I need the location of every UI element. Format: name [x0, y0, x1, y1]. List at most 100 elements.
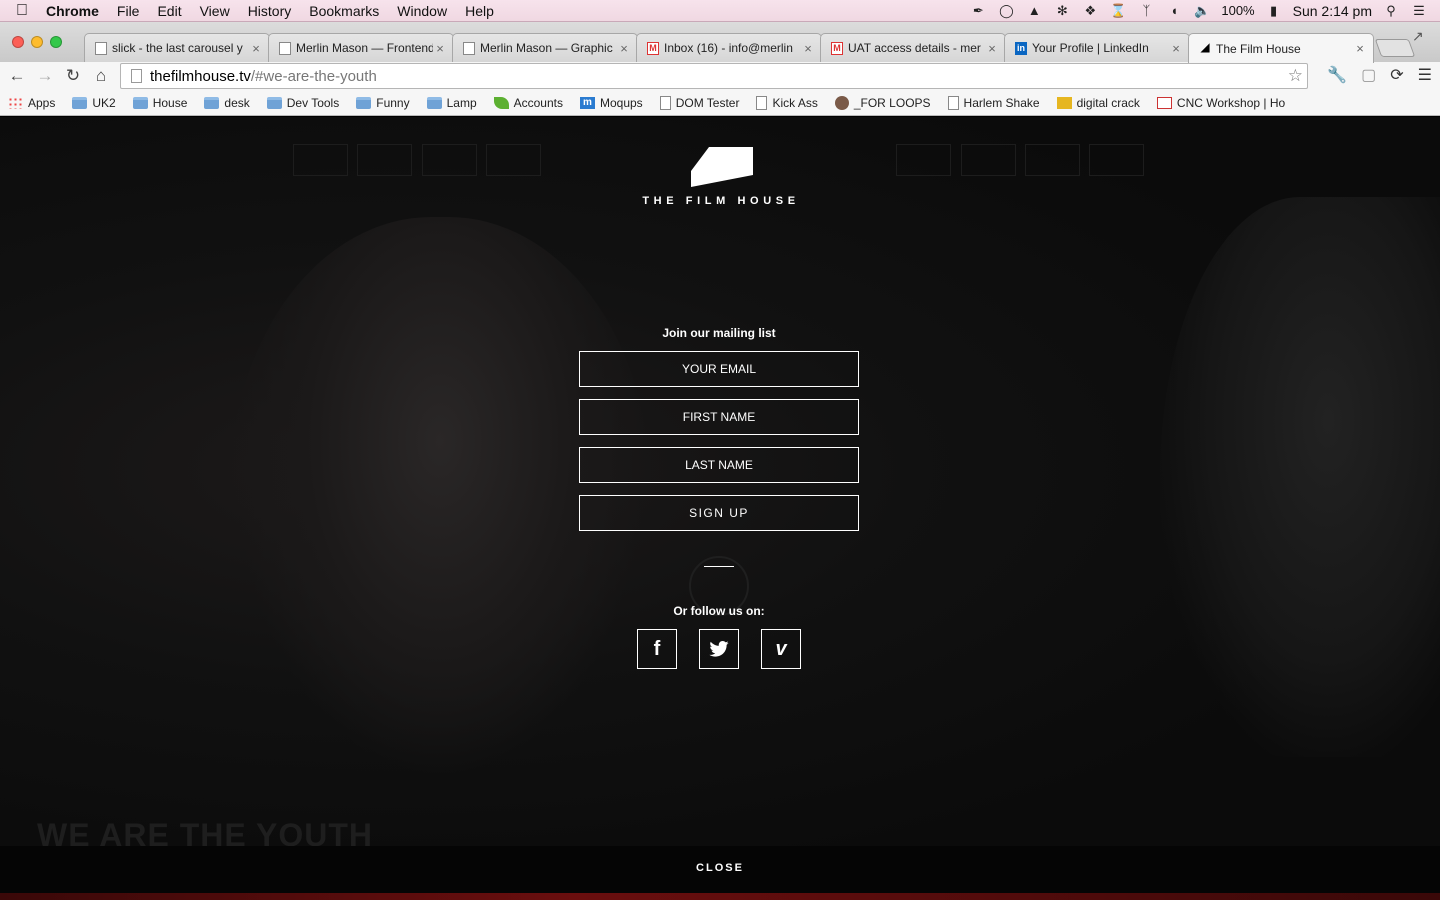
- bookmark-funny[interactable]: Funny: [356, 96, 410, 110]
- hourglass-icon[interactable]: ⌛: [1109, 3, 1127, 18]
- logo-text: THE FILM HOUSE: [642, 195, 800, 207]
- menu-app-name[interactable]: Chrome: [44, 3, 108, 19]
- bookmark-digital-crack[interactable]: digital crack: [1056, 96, 1140, 110]
- home-icon[interactable]: ⌂: [87, 66, 115, 86]
- menu-history[interactable]: History: [239, 3, 301, 19]
- browser-toolbar: ← → ↻ ⌂ thefilmhouse.tv /#we-are-the-you…: [0, 62, 1440, 90]
- clock[interactable]: Sun 2:14 pm: [1293, 3, 1372, 19]
- background-nav-item: [357, 144, 412, 176]
- folder-icon: [426, 96, 442, 109]
- bookmark-uk2[interactable]: UK2: [72, 96, 116, 110]
- linkedin-extension-icon[interactable]: ▢: [1361, 65, 1376, 85]
- facebook-button[interactable]: f: [637, 629, 677, 669]
- volume-icon[interactable]: 🔈: [1193, 3, 1211, 18]
- menu-view[interactable]: View: [191, 3, 239, 19]
- vimeo-button[interactable]: v: [761, 629, 801, 669]
- sync-extension-icon[interactable]: ⟳: [1390, 65, 1403, 85]
- address-bar[interactable]: thefilmhouse.tv /#we-are-the-youth ☆: [120, 63, 1308, 89]
- menu-help[interactable]: Help: [456, 3, 503, 19]
- sign-up-button[interactable]: SIGN UP: [579, 495, 859, 531]
- close-button[interactable]: CLOSE: [670, 862, 770, 874]
- bookmark-harlem-shake[interactable]: Harlem Shake: [947, 95, 1040, 110]
- bookmark-for-loops[interactable]: _FOR LOOPS: [834, 95, 931, 110]
- new-tab-button[interactable]: [1374, 39, 1416, 57]
- bookmark-cnc-workshop[interactable]: CNC Workshop | Ho: [1156, 96, 1285, 110]
- 2048-game-icon: [1056, 96, 1072, 109]
- tab-close-icon[interactable]: ×: [1353, 41, 1367, 56]
- dropbox-icon[interactable]: ❖: [1081, 3, 1099, 18]
- tab-the-film-house[interactable]: ◢ The Film House ×: [1188, 33, 1374, 63]
- folder-icon: [132, 96, 148, 109]
- bookmark-label: DOM Tester: [675, 95, 740, 110]
- bookmark-house[interactable]: House: [132, 96, 187, 110]
- back-icon[interactable]: ←: [3, 66, 31, 86]
- wrench-icon[interactable]: 🔧: [1327, 65, 1347, 85]
- zoom-window-button[interactable]: [50, 36, 62, 48]
- twitter-button[interactable]: [699, 629, 739, 669]
- tab-close-icon[interactable]: ×: [1169, 41, 1183, 56]
- gmail-icon: M: [831, 41, 843, 55]
- tab-inbox[interactable]: M Inbox (16) - info@merlin ×: [636, 33, 822, 62]
- bookmark-accounts[interactable]: Accounts: [493, 96, 563, 110]
- page-icon: [95, 41, 107, 55]
- vimeo-icon: v: [775, 637, 787, 660]
- bookmark-apps[interactable]: Apps: [8, 96, 55, 110]
- page-icon: [279, 41, 291, 55]
- paw-icon[interactable]: ✻: [1053, 3, 1071, 18]
- bookmark-label: Apps: [28, 95, 56, 110]
- menu-file[interactable]: File: [108, 3, 149, 19]
- bookmark-lamp[interactable]: Lamp: [426, 96, 477, 110]
- bookmark-desk[interactable]: desk: [204, 95, 250, 110]
- bluetooth-icon[interactable]: ᛉ: [1137, 3, 1155, 18]
- minimize-window-button[interactable]: [31, 36, 43, 48]
- bookmark-label: _FOR LOOPS: [853, 95, 931, 110]
- tab-slick[interactable]: slick - the last carousel y ×: [84, 33, 270, 62]
- bookmark-star-icon[interactable]: ☆: [1288, 66, 1303, 86]
- fullscreen-icon[interactable]: ↗: [1412, 28, 1424, 45]
- battery-icon[interactable]: ▮: [1265, 3, 1283, 18]
- creative-cloud-icon[interactable]: ◯: [997, 3, 1015, 18]
- last-name-field[interactable]: [579, 447, 859, 483]
- page-icon: [947, 95, 959, 110]
- tab-uat-access[interactable]: M UAT access details - mer ×: [820, 33, 1006, 62]
- film-house-logo[interactable]: THE FILM HOUSE: [638, 145, 804, 207]
- menu-bookmarks[interactable]: Bookmarks: [300, 3, 388, 19]
- apple-menu-icon[interactable]: : [0, 2, 44, 20]
- email-field[interactable]: [579, 351, 859, 387]
- tab-close-icon[interactable]: ×: [985, 41, 999, 56]
- tab-merlin-graphic[interactable]: Merlin Mason — Graphic ×: [452, 33, 638, 62]
- pen-tool-icon[interactable]: ✒: [969, 3, 987, 18]
- tab-close-icon[interactable]: ×: [617, 41, 631, 56]
- filmhouse-icon: ◢: [1200, 40, 1210, 54]
- hat-icon[interactable]: ▲: [1025, 3, 1043, 18]
- wifi-icon[interactable]: ◖: [1165, 3, 1183, 18]
- folder-icon: [356, 96, 372, 109]
- chrome-menu-icon[interactable]: ☰: [1418, 65, 1432, 85]
- tab-title: slick - the last carousel y: [112, 41, 243, 55]
- tab-close-icon[interactable]: ×: [801, 41, 815, 56]
- tab-close-icon[interactable]: ×: [249, 41, 263, 56]
- tab-linkedin[interactable]: in Your Profile | LinkedIn ×: [1004, 33, 1190, 62]
- bookmark-label: Harlem Shake: [963, 95, 1040, 110]
- first-name-field[interactable]: [579, 399, 859, 435]
- background-photo-person-right: [1160, 197, 1440, 757]
- bookmark-kick-ass[interactable]: Kick Ass: [756, 95, 818, 110]
- bookmark-label: desk: [224, 95, 250, 110]
- bookmark-dom-tester[interactable]: DOM Tester: [659, 95, 740, 110]
- folder-icon: [72, 96, 88, 109]
- reload-icon[interactable]: ↻: [59, 66, 87, 86]
- spotlight-search-icon[interactable]: ⚲: [1382, 3, 1400, 18]
- twitter-icon: [709, 641, 729, 657]
- menu-window[interactable]: Window: [388, 3, 456, 19]
- bookmark-label: Moqups: [599, 95, 643, 110]
- menu-edit[interactable]: Edit: [148, 3, 190, 19]
- battery-percentage[interactable]: 100%: [1221, 3, 1254, 18]
- tab-merlin-frontend[interactable]: Merlin Mason — Frontend ×: [268, 33, 454, 62]
- bookmark-moqups[interactable]: m Moqups: [579, 95, 643, 110]
- follow-us-label: Or follow us on:: [673, 604, 765, 618]
- bookmark-dev-tools[interactable]: Dev Tools: [266, 96, 339, 110]
- notification-center-icon[interactable]: ☰: [1410, 3, 1428, 18]
- forward-icon[interactable]: →: [31, 66, 59, 86]
- close-window-button[interactable]: [12, 36, 24, 48]
- tab-close-icon[interactable]: ×: [433, 41, 447, 56]
